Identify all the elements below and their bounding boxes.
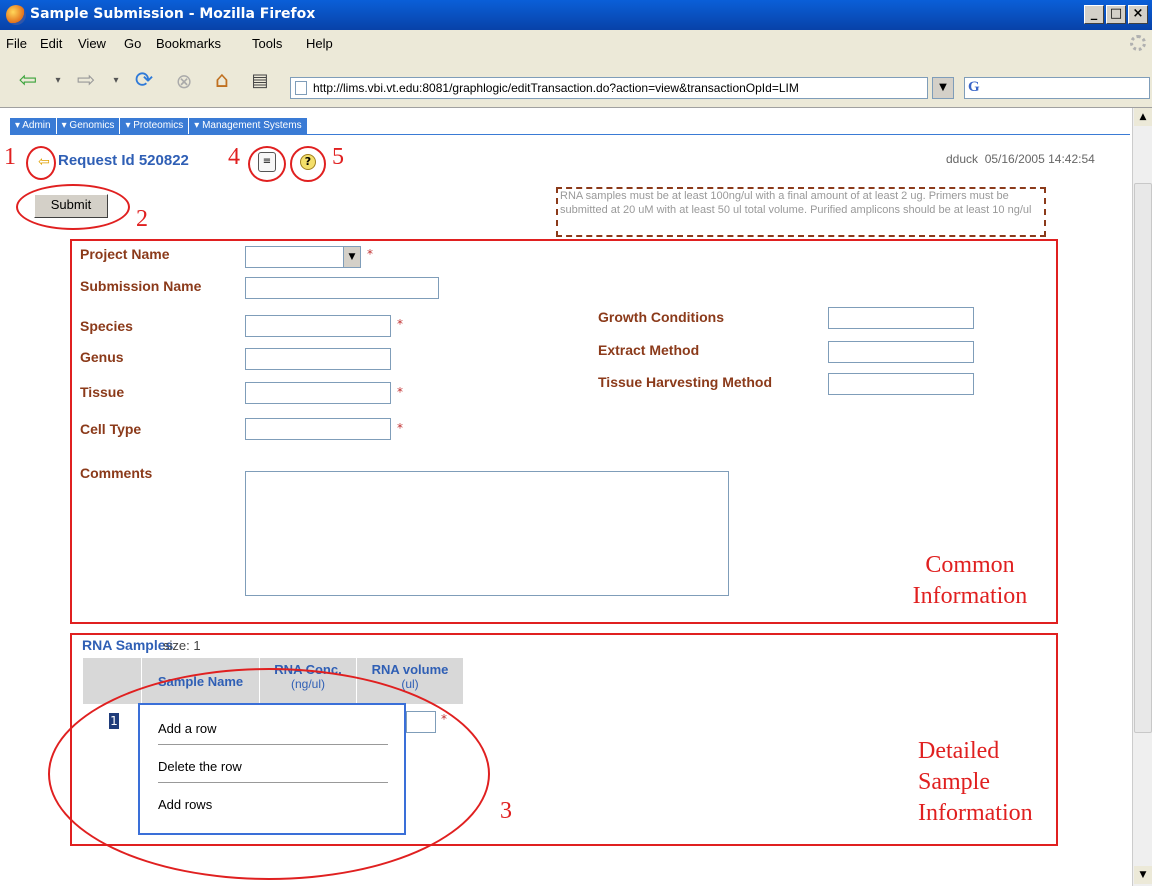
menu-bar: File Edit View Go Bookmarks Tools Help <box>0 30 1152 56</box>
rna-samples-size: size: 1 <box>163 638 201 653</box>
search-box[interactable]: G <box>964 77 1150 99</box>
window-title-bar: Sample Submission - Mozilla Firefox _ □ … <box>0 0 1152 30</box>
detailed-sample-information-label: Detailed Sample Information <box>918 738 1033 826</box>
required-mark: * <box>367 247 373 261</box>
scroll-up-icon[interactable]: ▲ <box>1134 108 1152 126</box>
nav-proteomics-label: Proteomics <box>133 120 184 131</box>
project-name-select[interactable]: ▼ <box>245 246 361 268</box>
page-icon <box>295 81 307 95</box>
project-name-label: Project Name <box>80 246 170 262</box>
extract-method-label: Extract Method <box>598 342 700 358</box>
app-nav: ▾ Admin ▾ Genomics ▾ Proteomics ▾ Manage… <box>10 118 308 134</box>
genus-label: Genus <box>80 349 124 365</box>
species-input[interactable] <box>245 315 391 337</box>
navigation-toolbar: ⇦ ▾ ⇨ ▾ ⟳ ⊗ ⌂ ▤ http://lims.vbi.vt.edu:8… <box>0 56 1152 108</box>
chevron-down-icon[interactable]: ▼ <box>343 247 360 267</box>
back-dropdown-icon[interactable]: ▾ <box>50 68 66 94</box>
back-arrow-icon[interactable]: ⇦ <box>14 68 42 94</box>
cell-type-label: Cell Type <box>80 421 142 437</box>
tissue-input[interactable] <box>245 382 391 404</box>
tissue-label: Tissue <box>80 384 125 400</box>
forward-arrow-icon[interactable]: ⇨ <box>72 68 100 94</box>
submission-notice: RNA samples must be at least 100ng/ul wi… <box>556 187 1046 237</box>
species-label: Species <box>80 318 133 334</box>
tissue-harvesting-method-input[interactable] <box>828 373 974 395</box>
menu-tools[interactable]: Tools <box>252 36 282 51</box>
forward-dropdown-icon[interactable]: ▾ <box>108 68 124 94</box>
reload-icon[interactable]: ⟳ <box>130 68 158 94</box>
maximize-button[interactable]: □ <box>1106 5 1126 24</box>
search-engine-icon: G <box>968 79 980 95</box>
stop-icon[interactable]: ⊗ <box>170 68 198 94</box>
required-mark: * <box>397 385 403 399</box>
minimize-button[interactable]: _ <box>1084 5 1104 24</box>
url-bar[interactable]: http://lims.vbi.vt.edu:8081/graphlogic/e… <box>290 77 928 99</box>
nav-genomics[interactable]: ▾ Genomics <box>56 118 121 134</box>
annotation-circle-3 <box>48 668 490 880</box>
genus-input[interactable] <box>245 348 391 370</box>
menu-view[interactable]: View <box>78 36 106 51</box>
common-information-label: Common Information <box>912 552 1028 609</box>
throbber-icon <box>1130 35 1146 51</box>
required-mark: * <box>397 421 403 435</box>
column-label: RNA volume <box>371 662 449 677</box>
print-icon[interactable]: ▤ <box>246 68 274 94</box>
url-text: http://lims.vbi.vt.edu:8081/graphlogic/e… <box>313 81 799 95</box>
nav-admin[interactable]: ▾ Admin <box>10 118 57 134</box>
nav-management-systems[interactable]: ▾ Management Systems <box>189 118 308 134</box>
close-button[interactable]: × <box>1128 5 1148 24</box>
back-link-icon[interactable]: ⇦ <box>38 154 50 170</box>
annotation-circle-5 <box>290 146 326 182</box>
user-info: dduck 05/16/2005 14:42:54 <box>946 152 1095 166</box>
growth-conditions-label: Growth Conditions <box>598 309 724 325</box>
rna-samples-title: RNA Samples <box>82 637 174 653</box>
annotation-circle-4 <box>248 146 286 182</box>
menu-help[interactable]: Help <box>306 36 333 51</box>
vertical-scrollbar[interactable]: ▲ ▼ <box>1132 108 1152 886</box>
cell-type-input[interactable] <box>245 418 391 440</box>
annotation-4: 4 <box>228 144 240 170</box>
timestamp: 05/16/2005 14:42:54 <box>984 152 1095 166</box>
menu-bookmarks[interactable]: Bookmarks <box>156 36 221 51</box>
required-mark: * <box>397 317 403 331</box>
username: dduck <box>946 152 979 166</box>
url-dropdown-button[interactable]: ▼ <box>932 77 954 99</box>
menu-edit[interactable]: Edit <box>40 36 62 51</box>
scroll-down-icon[interactable]: ▼ <box>1134 866 1152 884</box>
comments-textarea[interactable] <box>245 471 729 596</box>
window-title: Sample Submission - Mozilla Firefox <box>30 6 316 22</box>
nav-management-label: Management Systems <box>202 120 302 131</box>
nav-admin-label: Admin <box>22 120 51 131</box>
annotation-2: 2 <box>136 206 148 232</box>
menu-go[interactable]: Go <box>124 36 141 51</box>
annotation-5: 5 <box>332 144 344 170</box>
nav-genomics-label: Genomics <box>69 120 115 131</box>
nav-divider <box>10 134 1130 135</box>
tissue-harvesting-method-label: Tissue Harvesting Method <box>598 374 773 390</box>
submission-name-label: Submission Name <box>80 278 202 294</box>
extract-method-input[interactable] <box>828 341 974 363</box>
request-title: Request Id 520822 <box>58 152 189 169</box>
nav-proteomics[interactable]: ▾ Proteomics <box>120 118 190 134</box>
comments-label: Comments <box>80 465 153 481</box>
growth-conditions-input[interactable] <box>828 307 974 329</box>
menu-file[interactable]: File <box>6 36 27 51</box>
scrollbar-thumb[interactable] <box>1134 183 1152 733</box>
annotation-circle-2 <box>16 184 130 230</box>
annotation-1: 1 <box>4 144 16 170</box>
home-icon[interactable]: ⌂ <box>208 68 236 94</box>
annotation-3: 3 <box>500 798 512 824</box>
page-content: ▾ Admin ▾ Genomics ▾ Proteomics ▾ Manage… <box>0 108 1132 886</box>
firefox-logo-icon <box>6 5 26 25</box>
submission-name-input[interactable] <box>245 277 439 299</box>
